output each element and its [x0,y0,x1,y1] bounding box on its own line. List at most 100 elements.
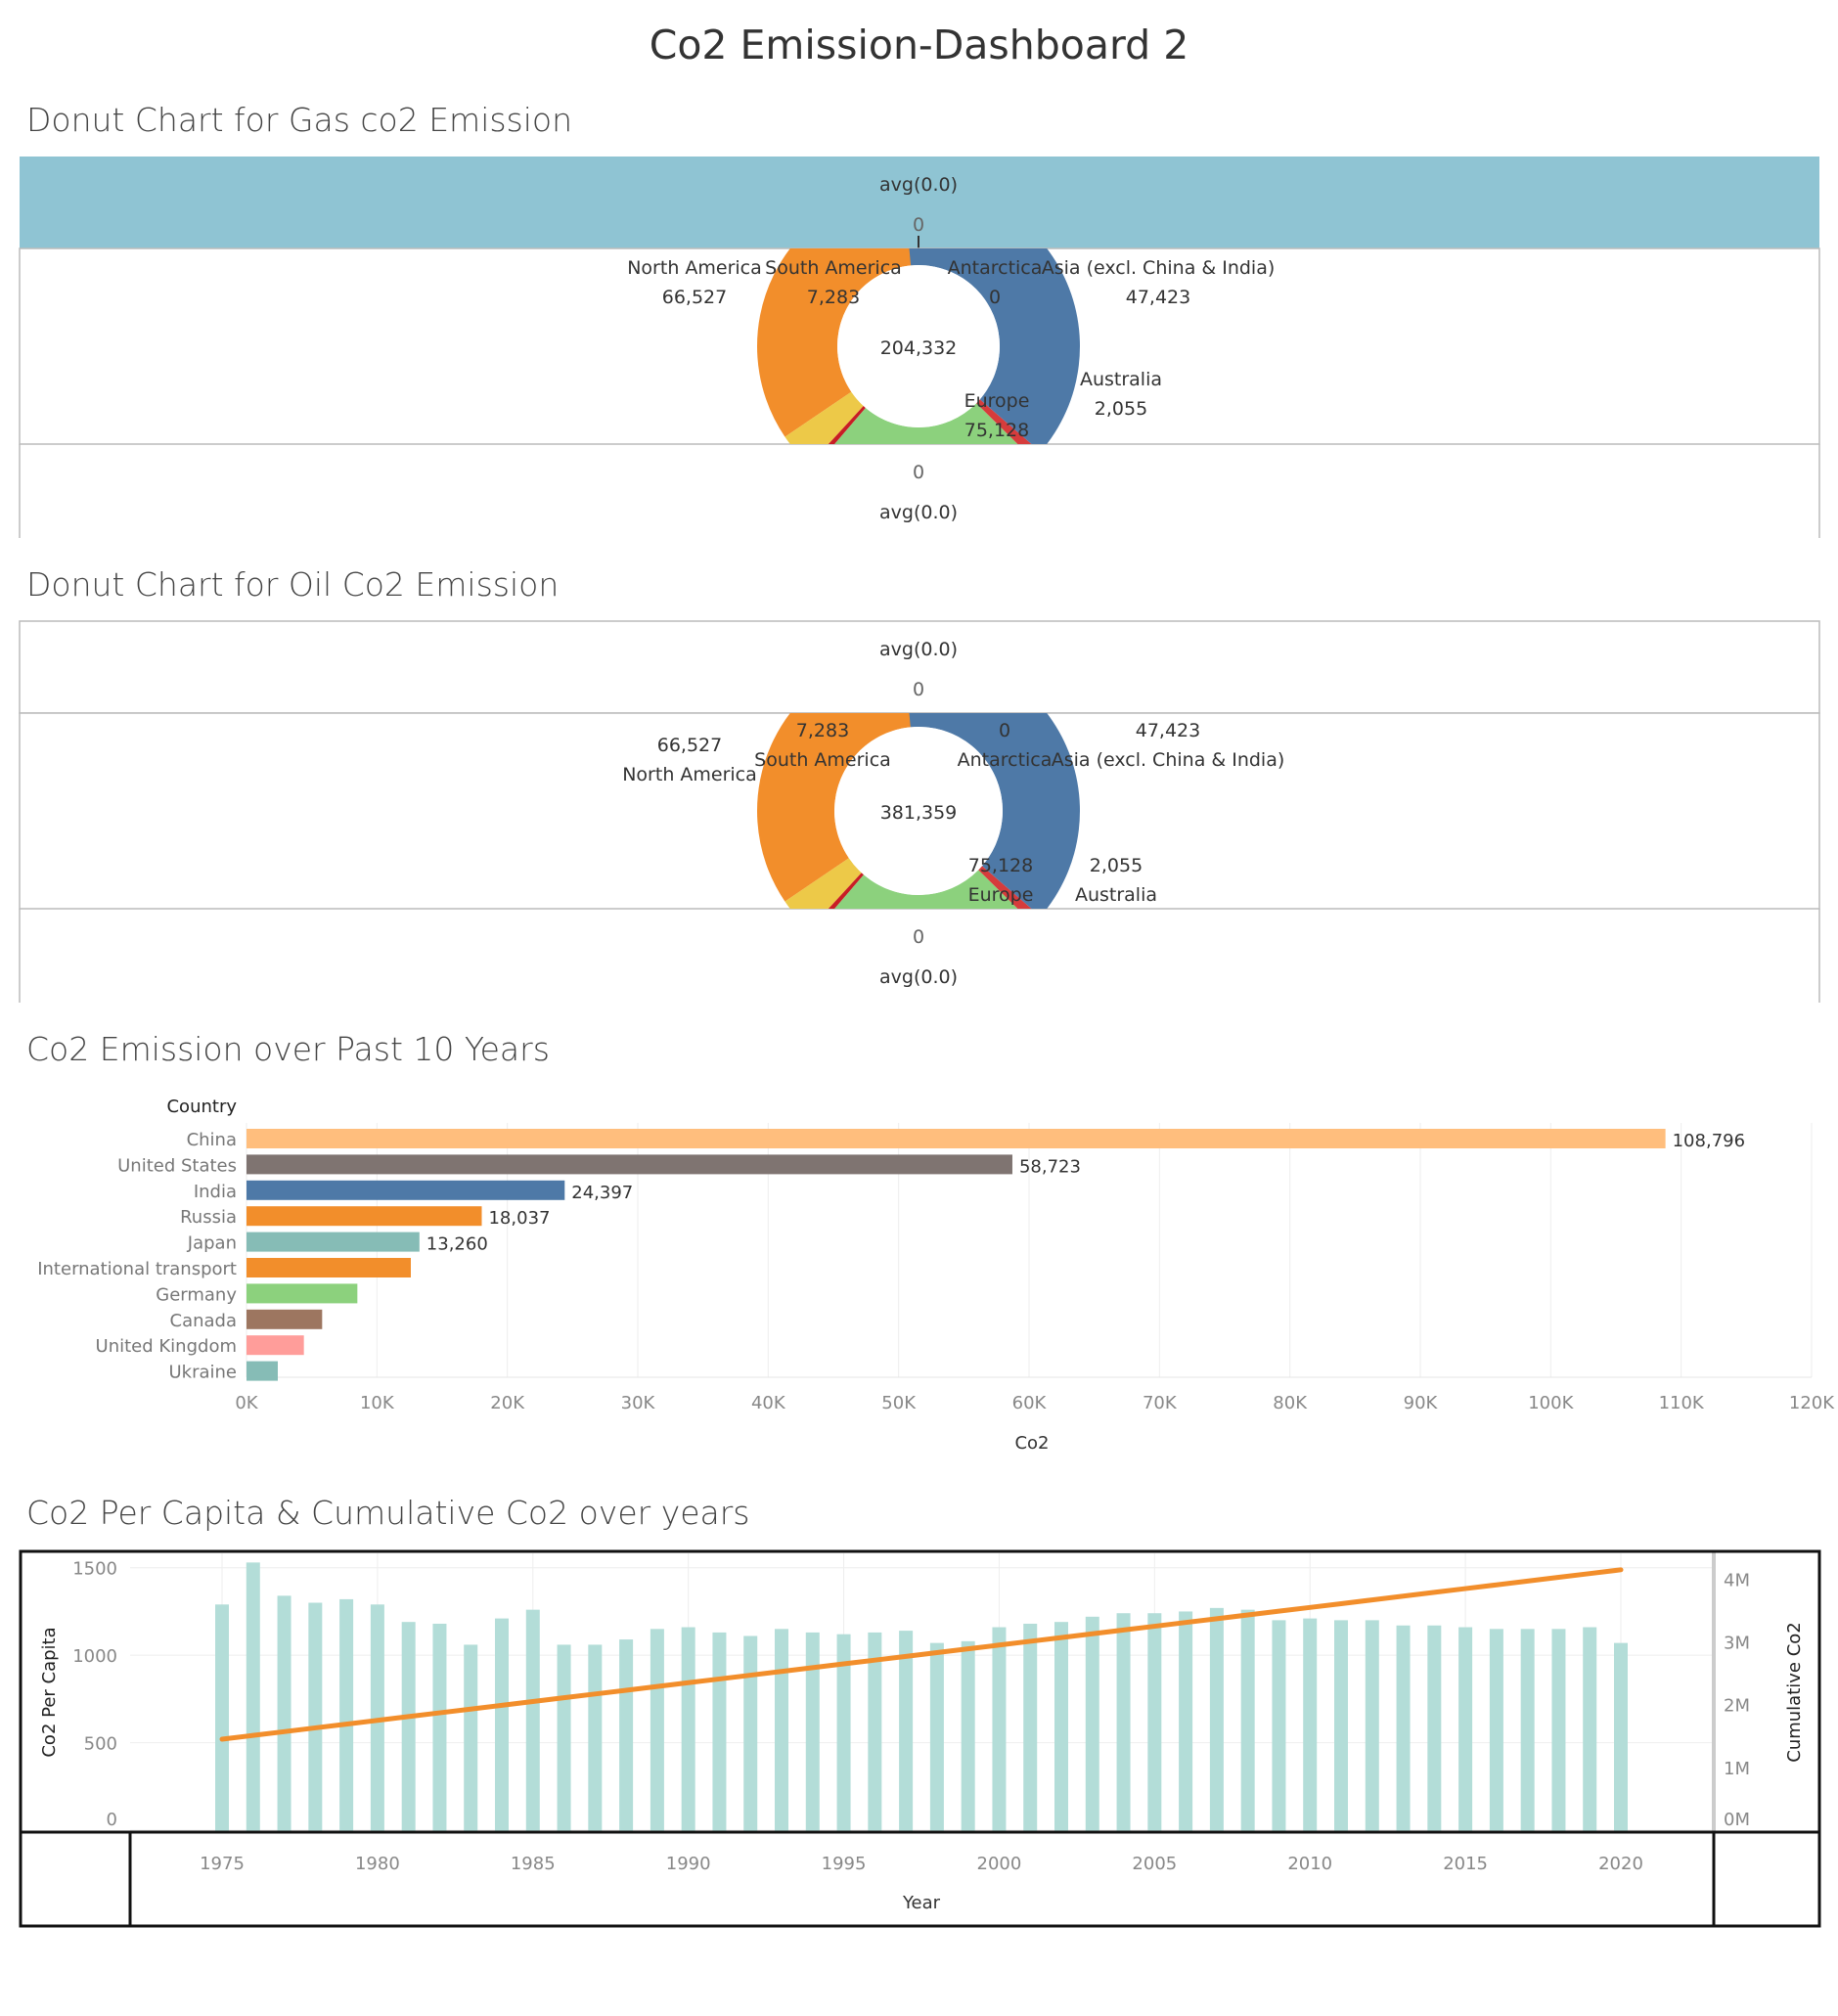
oil-center-total: 381,359 [880,802,958,824]
bar-united-states [247,1154,1012,1175]
bar-category-label: India [194,1182,237,1202]
gas-center-total: 204,332 [880,337,958,359]
per-capita-bar [525,1609,540,1831]
gas-bottom-label: avg(0.0) [879,502,958,523]
per-capita-bar [1396,1625,1411,1831]
gas-value-antarctica: 0 [989,287,1001,308]
per-capita-bar [992,1627,1007,1831]
per-capita-bar [1054,1622,1068,1831]
oil-value-australia: 2,055 [1090,855,1143,876]
gas-bottom-value: 0 [913,462,924,483]
per-capita-bar [495,1618,509,1831]
bar-x-tick: 10K [360,1393,395,1413]
left-y-tick: 1500 [72,1559,117,1580]
per-capita-bar [246,1562,260,1831]
combo-chart-title: Co2 Per Capita & Cumulative Co2 over yea… [26,1494,750,1532]
oil-value-asia: 47,423 [1136,720,1200,741]
country-bar-chart: Country China 108,796 United States 58,723 I… [37,1097,1835,1454]
per-capita-bar [308,1602,323,1831]
per-capita-bar [650,1629,664,1831]
oil-label-antarctica: Antarctica [958,749,1053,771]
gas-donut-chart: avg(0.0) 0 204,332 North America 66,527 … [19,157,1820,538]
bar-x-ticks: 0K 10K 20K 30K 40K 50K 60K 70K 80K 90K 100K 110K 120… [235,1393,1835,1413]
bar-india [247,1180,565,1200]
combo-gridlines [130,1553,1712,1831]
per-capita-bar [1614,1642,1628,1831]
oil-bottom-value: 0 [913,926,924,948]
bar-value-label: 58,723 [1019,1156,1081,1177]
per-capita-bar [1334,1620,1348,1831]
oil-label-north-america: North America [622,764,757,785]
per-capita-bars [215,1562,1628,1831]
bar-x-tick: 40K [751,1393,786,1413]
per-capita-bar [1085,1616,1099,1831]
per-capita-bar [1489,1629,1503,1831]
bar-value-label: 24,397 [571,1183,633,1203]
right-axis-title: Cumulative Co2 [1784,1622,1805,1763]
combo-x-tick: 1980 [355,1854,400,1874]
left-axis-title: Co2 Per Capita [39,1627,60,1757]
gas-label-north-america: North America [627,257,762,279]
oil-label-south-america: South America [754,749,891,771]
per-capita-bar [1272,1620,1286,1831]
bar-category-label: Canada [170,1311,238,1331]
country-axis-header: Country [166,1097,237,1117]
oil-value-antarctica: 0 [999,720,1010,741]
gas-value-south-america: 7,283 [807,287,860,308]
per-capita-bar [557,1644,571,1831]
combo-x-tick: 2020 [1598,1854,1643,1874]
bar-category-label: United Kingdom [96,1336,237,1357]
dashboard-title: Co2 Emission-Dashboard 2 [649,22,1189,68]
gas-label-south-america: South America [765,257,902,279]
per-capita-bar [588,1644,603,1831]
bar-x-tick: 0K [235,1393,258,1413]
right-y-tick: 2M [1724,1696,1750,1717]
gas-value-australia: 2,055 [1095,398,1147,420]
bar-category-label: Russia [180,1207,237,1228]
bar-category-label: Germany [156,1284,237,1305]
right-y-tick: 1M [1724,1759,1750,1779]
right-y-tick: 3M [1724,1634,1750,1654]
gas-label-asia: Asia (excl. China & India) [1042,257,1276,279]
bar-x-tick: 120K [1789,1393,1835,1413]
bar-x-tick: 30K [621,1393,656,1413]
per-capita-bar [1303,1618,1318,1831]
bar-x-tick: 110K [1659,1393,1705,1413]
per-capita-bar [1520,1629,1535,1831]
left-y-tick: 0 [107,1810,117,1830]
gas-chart-title: Donut Chart for Gas co2 Emission [26,101,573,139]
per-capita-bar [619,1639,634,1831]
oil-label-asia: Asia (excl. China & India) [1052,749,1285,771]
per-capita-bar [929,1642,944,1831]
combo-x-axis-title: Year [902,1893,941,1913]
combo-x-tick: 2015 [1443,1854,1488,1874]
bar-marks: China 108,796 United States 58,723 India 24,3… [37,1129,1745,1383]
per-capita-bar [712,1632,727,1831]
oil-bottom-label: avg(0.0) [879,966,958,988]
per-capita-bar [401,1622,416,1831]
gas-value-europe: 75,128 [964,420,1029,441]
bar-x-tick: 60K [1012,1393,1048,1413]
oil-chart-title: Donut Chart for Oil Co2 Emission [26,565,560,604]
per-capita-bar [1458,1627,1473,1831]
per-capita-bar [1365,1620,1379,1831]
per-capita-bar [1583,1627,1597,1831]
per-capita-bar [899,1631,914,1831]
bar-category-label: Ukraine [168,1363,237,1383]
gas-value-asia: 47,423 [1126,287,1190,308]
per-capita-bar [961,1640,975,1831]
bar-chart-title: Co2 Emission over Past 10 Years [26,1030,550,1068]
bar-x-tick: 90K [1404,1393,1439,1413]
bar-united-kingdom [247,1335,304,1356]
bar-international-transport [247,1258,411,1277]
gas-top-value: 0 [913,214,924,236]
oil-value-north-america: 66,527 [657,735,722,756]
oil-label-australia: Australia [1075,884,1157,906]
combo-x-tick: 1995 [822,1854,867,1874]
right-y-tick: 4M [1724,1570,1750,1590]
combo-x-tick: 2000 [977,1854,1022,1874]
per-capita-bar [743,1635,758,1831]
combo-x-ticks: 1975 1980 1985 1990 1995 2000 2005 2010 2015 2020 [200,1854,1643,1874]
per-capita-bar [215,1604,229,1831]
combo-x-tick: 2005 [1132,1854,1177,1874]
